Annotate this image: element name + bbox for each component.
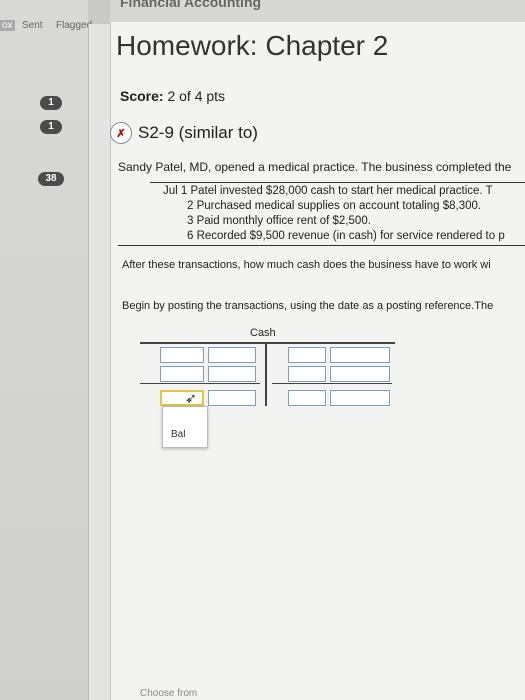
- credit-amount-input[interactable]: [330, 390, 390, 406]
- mail-sidebar: ox Sent Flagged 1 1 38: [0, 0, 92, 700]
- debit-amount-input[interactable]: [208, 366, 256, 382]
- unread-badge: 1: [40, 120, 62, 134]
- dropdown-option-bal[interactable]: Bal: [171, 429, 185, 440]
- credit-date-input[interactable]: [288, 390, 326, 406]
- tab-flagged[interactable]: Flagged: [56, 20, 92, 31]
- question-list-column: [88, 24, 111, 700]
- tab-sent[interactable]: Sent: [22, 20, 43, 31]
- question-id: S2-9 (similar to): [138, 123, 258, 142]
- instruction-text: Begin by posting the transactions, using…: [122, 300, 494, 312]
- credit-amount-input[interactable]: [330, 366, 390, 382]
- question-header: ✗ S2-9 (similar to): [110, 122, 258, 144]
- credit-date-input[interactable]: [288, 347, 326, 363]
- balance-dropdown[interactable]: Bal: [162, 406, 208, 448]
- credit-amount-input[interactable]: [330, 347, 390, 363]
- window-title: Financial Accounting: [120, 0, 262, 10]
- debit-date-input[interactable]: [160, 347, 204, 363]
- unread-badge: 1: [40, 96, 62, 110]
- balance-amount-input[interactable]: [208, 390, 256, 406]
- transaction-line: 3 Paid monthly office rent of $2,500.: [187, 215, 371, 227]
- balance-label-select[interactable]: [160, 390, 204, 406]
- problem-intro: Sandy Patel, MD, opened a medical practi…: [118, 160, 512, 174]
- score-value: 2 of 4 pts: [167, 88, 226, 104]
- transaction-line: 6 Recorded $9,500 revenue (in cash) for …: [187, 230, 505, 242]
- score-label: Score:: [120, 88, 164, 104]
- transaction-line: 2 Purchased medical supplies on account …: [187, 200, 482, 212]
- t-account-total-rule: [140, 383, 260, 384]
- credit-date-input[interactable]: [288, 366, 326, 382]
- partial-credit-icon: ✗: [110, 122, 132, 144]
- debit-date-input[interactable]: [160, 366, 204, 382]
- t-account-title: Cash: [250, 327, 276, 339]
- page-title: Homework: Chapter 2: [116, 30, 389, 61]
- t-account-top-rule: [140, 342, 395, 344]
- score-line: Score: 2 of 4 pts: [120, 88, 225, 104]
- t-account-total-rule: [272, 383, 392, 384]
- divider: [150, 182, 525, 183]
- choose-from-hint: Choose from: [140, 688, 198, 699]
- debit-amount-input[interactable]: [208, 347, 256, 363]
- mouse-cursor-icon: ➶: [185, 390, 197, 406]
- t-account-divider: [265, 342, 267, 406]
- transaction-line: Jul 1 Patel invested $28,000 cash to sta…: [163, 185, 493, 197]
- inbox-tab-fragment[interactable]: ox: [0, 20, 15, 31]
- question-text: After these transactions, how much cash …: [122, 259, 491, 271]
- divider: [118, 245, 525, 246]
- unread-badge: 38: [38, 172, 64, 186]
